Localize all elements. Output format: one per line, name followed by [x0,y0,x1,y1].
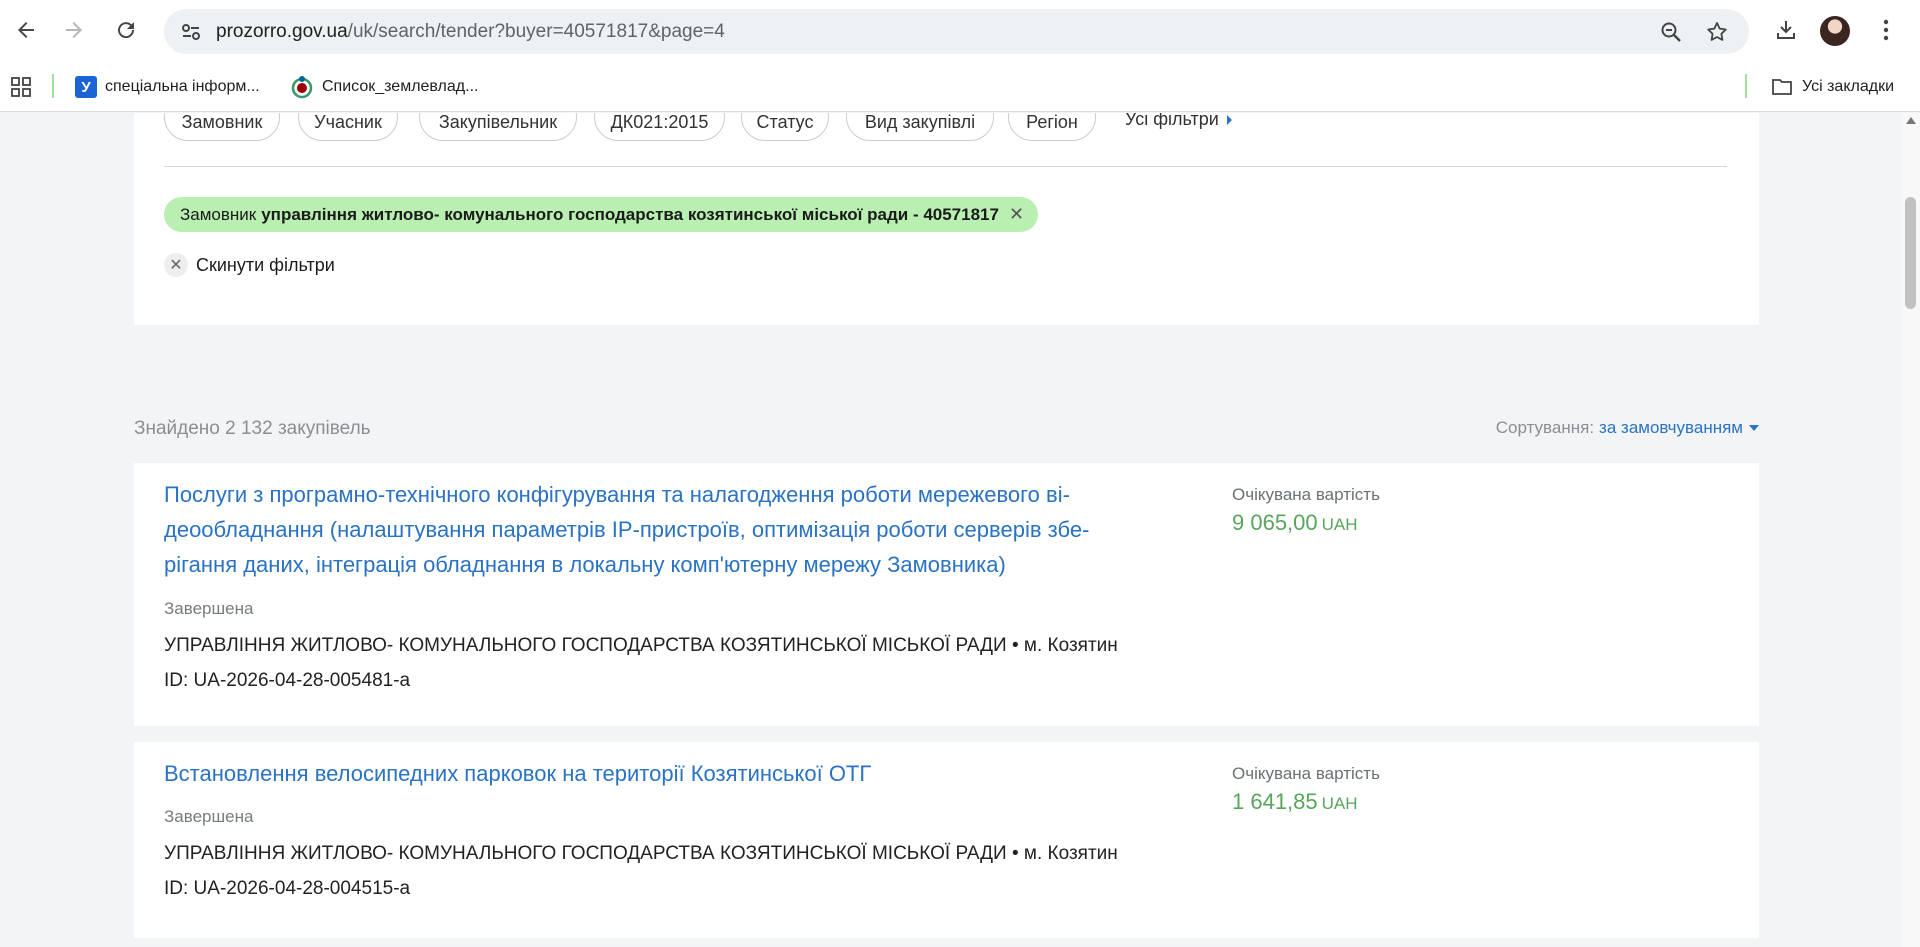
browser-toolbar: prozorro.gov.ua/uk/search/tender?buyer=4… [0,0,1920,62]
all-filters-label: Усі фільтри [1125,113,1219,129]
currency: UAH [1321,515,1358,534]
tender-status: Завершена [164,807,254,826]
expected-value-amount: 9 065,00 [1232,510,1318,535]
scroll-thumb[interactable] [1905,197,1916,309]
site-info-icon[interactable] [178,19,204,45]
tender-id: ID: UA-2026-04-28-005481-a [164,670,411,691]
results-count: Знайдено 2 132 закупівель [134,418,371,439]
remove-filter-icon[interactable]: ✕ [1009,204,1024,225]
apps-icon[interactable] [10,74,32,100]
divider [164,166,1727,167]
bookmarks-bar: У спеціальна інформ... Список_землевлад.… [0,62,1920,112]
url-host: prozorro.gov.ua [216,21,348,42]
scroll-up-icon[interactable] [1906,117,1916,124]
caret-right-icon [1226,114,1232,125]
tender-buyer: УПРАВЛІННЯ ЖИТЛОВО- КОМУНАЛЬНОГО ГОСПОДА… [164,843,1118,864]
back-icon[interactable] [8,12,44,48]
tender-status: Завершена [164,599,254,618]
tender-title-line: рігання даних, інтеграція обладнання в л… [164,552,1006,577]
bookmark-item[interactable]: У спеціальна інформ... [75,74,260,100]
filter-chip-participant[interactable]: Учасник [298,113,398,141]
chevron-down-icon [1749,425,1759,431]
reset-filters-button[interactable]: ✕ Скинути фільтри [164,253,335,277]
filter-chip-region[interactable]: Регіон [1008,113,1096,141]
expected-value-label: Очікувана вартість [1232,485,1380,504]
page-content: Замовник Учасник Закупівельник ДК021:201… [0,113,1902,947]
bookmark-label: Список_землевлад... [322,78,479,95]
currency: UAH [1321,794,1358,813]
tender-card: Послуги з програмно-технічного конфігуру… [134,463,1759,726]
tender-title-line: Послуги з програмно-технічного конфігуру… [164,482,1070,507]
reset-filters-label: Скинути фільтри [196,254,335,275]
tender-title-link[interactable]: Послуги з програмно-технічного конфігуру… [164,477,1179,582]
active-filter-prefix: Замовник [180,204,257,224]
star-icon[interactable] [1704,19,1730,45]
bookmark-separator [1745,74,1747,98]
reload-icon[interactable] [108,12,144,48]
filter-chip-buyer[interactable]: Замовник [164,113,280,141]
sort-label: Сортування: [1495,418,1595,437]
bookmark-label: спеціальна інформ... [105,78,260,95]
forward-icon[interactable] [56,12,92,48]
zoom-icon[interactable] [1658,19,1684,45]
url-text[interactable]: prozorro.gov.ua/uk/search/tender?buyer=4… [216,21,725,43]
tender-card: Встановлення велосипедних парковок на те… [134,742,1759,938]
active-filter-badge: Замовник управління житлово- комунальног… [164,197,1039,232]
all-filters-button[interactable]: Усі фільтри [1125,113,1232,130]
expected-value: 9 065,00 UAH [1232,510,1358,536]
tender-buyer: УПРАВЛІННЯ ЖИТЛОВО- КОМУНАЛЬНОГО ГОСПОДА… [164,635,1118,656]
download-icon[interactable] [1768,12,1804,48]
bookmark-item[interactable]: Список_землевлад... [290,74,478,100]
expected-value: 1 641,85 UAH [1232,789,1358,815]
filter-chip-procurer[interactable]: Закупівельник [419,113,577,141]
bookmark-separator [52,74,54,98]
tender-title-line: деообладнання (налаштування параметрів I… [164,517,1090,542]
menu-icon[interactable] [1868,12,1904,48]
bookmark-favicon-icon: У [75,76,97,98]
close-icon: ✕ [164,253,188,277]
expected-value-label: Очікувана вартість [1232,764,1380,783]
all-bookmarks[interactable]: Усі закладки [1771,74,1894,100]
sort-control[interactable]: Сортування: за замовчуванням [1496,418,1759,438]
filter-chip-status[interactable]: Статус [741,113,829,141]
sort-value[interactable]: за замовчуванням [1599,418,1743,438]
filter-chip-dk021[interactable]: ДК021:2015 [594,113,725,141]
active-filter-value: управління житлово- комунального господа… [261,204,999,224]
address-bar[interactable]: prozorro.gov.ua/uk/search/tender?buyer=4… [164,9,1749,54]
expected-value-amount: 1 641,85 [1232,789,1318,814]
filter-chip-procurement-type[interactable]: Вид закупівлі [846,113,994,141]
url-path: /uk/search/tender?buyer=40571817&page=4 [347,21,725,42]
tender-id: ID: UA-2026-04-28-004515-a [164,878,411,899]
all-bookmarks-label: Усі закладки [1802,78,1895,95]
folder-icon [1772,79,1792,95]
wikimedia-icon [291,76,313,99]
tender-title-link[interactable]: Встановлення велосипедних парковок на те… [164,756,1179,791]
avatar[interactable] [1820,16,1850,46]
tender-title-line: Встановлення велосипедних парковок на те… [164,761,872,786]
scrollbar[interactable] [1902,113,1920,947]
filter-panel: Замовник Учасник Закупівельник ДК021:201… [134,113,1759,325]
